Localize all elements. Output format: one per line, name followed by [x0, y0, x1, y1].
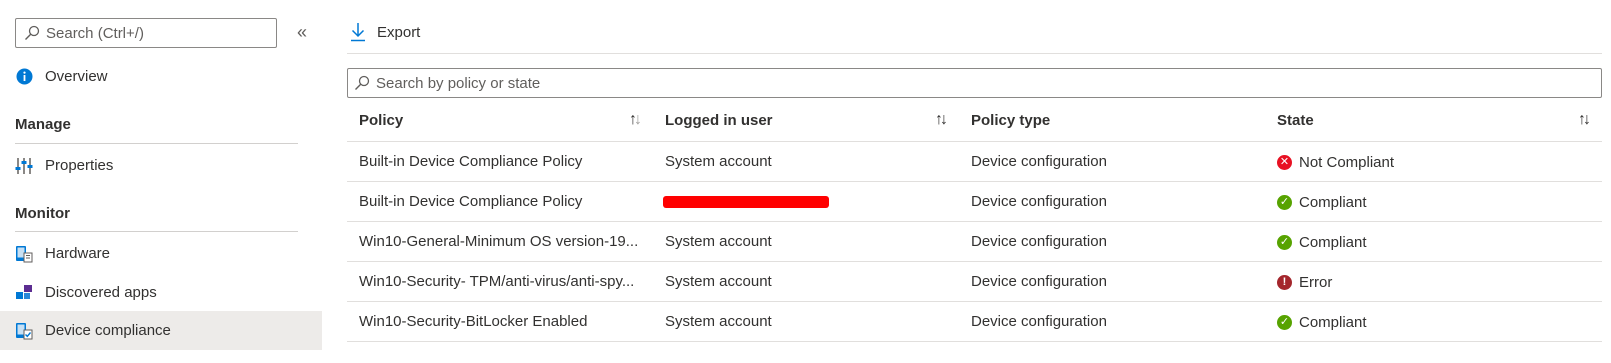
sidebar-search[interactable] [15, 18, 277, 48]
section-title-monitor: Monitor [15, 205, 70, 222]
check-circle-icon: ✓ [1277, 194, 1292, 210]
compliance-table: Policy ↑↓ Logged in user ↑↓ Policy type St… [347, 101, 1602, 342]
discovered-apps-icon [15, 284, 33, 302]
redaction-mark [663, 195, 829, 208]
sidebar-item-label: Hardware [45, 245, 111, 262]
column-header-state[interactable]: State ↑↓ [1265, 101, 1602, 142]
download-icon [351, 23, 365, 42]
logged-in-user-cell: System account [653, 301, 959, 342]
sidebar-item-label: Device compliance [45, 322, 171, 339]
search-icon [355, 75, 370, 90]
check-circle-icon: ✓ [1277, 314, 1292, 330]
column-header-logged-in-user[interactable]: Logged in user ↑↓ [653, 101, 959, 142]
search-icon [25, 25, 40, 40]
error-circle-icon: ✕ [1277, 154, 1292, 170]
state-label: Not Compliant [1299, 153, 1395, 171]
logged-in-user-cell: System account [653, 261, 959, 302]
sidebar-item-label: Discovered apps [45, 284, 157, 301]
state-label: Compliant [1299, 313, 1367, 331]
device-compliance-icon [15, 322, 33, 340]
policy-cell: Win10-Security-BitLocker Enabled [347, 301, 653, 342]
sidebar-item-hardware[interactable]: Hardware [0, 234, 322, 273]
state-cell: ✕ Not Compliant [1265, 141, 1602, 182]
policy-cell: Win10-General-Minimum OS version-19... [347, 221, 653, 262]
logged-in-user-cell: System account [653, 141, 959, 182]
state-cell: ✓ Compliant [1265, 221, 1602, 262]
policy-type-cell: Device configuration [959, 261, 1265, 302]
table-row[interactable]: Win10-Security- TPM/anti-virus/anti-spy.… [347, 261, 1602, 302]
policy-cell: Built-in Device Compliance Policy [347, 181, 653, 222]
policy-cell: Built-in Device Compliance Policy [347, 141, 653, 182]
table-row[interactable]: Win10-General-Minimum OS version-19... Sy… [347, 221, 1602, 262]
state-cell: ✓ Compliant [1265, 301, 1602, 342]
info-icon [15, 68, 33, 86]
sidebar-item-overview[interactable]: Overview [0, 57, 322, 96]
policy-type-cell: Device configuration [959, 301, 1265, 342]
policy-type-cell: Device configuration [959, 181, 1265, 222]
sidebar-item-label: Overview [45, 68, 108, 85]
export-label: Export [377, 23, 421, 41]
sidebar-item-device-compliance[interactable]: Device compliance [0, 311, 322, 350]
collapse-sidebar-icon[interactable]: « [293, 22, 311, 42]
state-cell: ✓ Compliant [1265, 181, 1602, 222]
state-label: Error [1299, 273, 1333, 291]
sidebar-search-input[interactable] [46, 24, 266, 42]
policy-filter[interactable] [347, 68, 1602, 98]
column-header-policy[interactable]: Policy ↑↓ [347, 101, 653, 142]
policy-type-cell: Device configuration [959, 221, 1265, 262]
table-row[interactable]: Win10-Security-BitLocker Enabled System a… [347, 301, 1602, 342]
sort-icon[interactable]: ↑↓ [935, 111, 948, 129]
state-label: Compliant [1299, 193, 1367, 211]
policy-filter-input[interactable] [376, 74, 1576, 92]
table-row[interactable]: Built-in Device Compliance Policy Device … [347, 181, 1602, 222]
divider [15, 231, 298, 232]
hardware-icon [15, 245, 33, 263]
policy-type-cell: Device configuration [959, 141, 1265, 182]
state-cell: ! Error [1265, 261, 1602, 302]
divider [347, 53, 1602, 54]
export-button[interactable]: Export [347, 14, 420, 50]
sort-icon[interactable]: ↑↓ [629, 111, 642, 129]
table-header-row: Policy ↑↓ Logged in user ↑↓ Policy type St… [347, 101, 1602, 142]
warning-circle-icon: ! [1277, 274, 1292, 290]
policy-cell: Win10-Security- TPM/anti-virus/anti-spy.… [347, 261, 653, 302]
state-label: Compliant [1299, 233, 1367, 251]
sidebar-item-properties[interactable]: Properties [0, 146, 322, 185]
sort-icon[interactable]: ↑↓ [1578, 111, 1591, 129]
divider [15, 143, 298, 144]
logged-in-user-cell [653, 181, 959, 222]
check-circle-icon: ✓ [1277, 234, 1292, 250]
sidebar-item-discovered-apps[interactable]: Discovered apps [0, 273, 322, 312]
main-content: Export Policy↑↓ Logged in user↑↓ Policy … [347, 0, 1611, 363]
column-header-policy-type: Policy type [959, 101, 1265, 142]
properties-icon [15, 157, 33, 175]
table-row[interactable]: Built-in Device Compliance Policy System … [347, 141, 1602, 182]
section-title-manage: Manage [15, 116, 71, 133]
sidebar: « Overview Manage Properties Monitor Har… [0, 0, 322, 363]
logged-in-user-cell: System account [653, 221, 959, 262]
sidebar-item-label: Properties [45, 157, 114, 174]
